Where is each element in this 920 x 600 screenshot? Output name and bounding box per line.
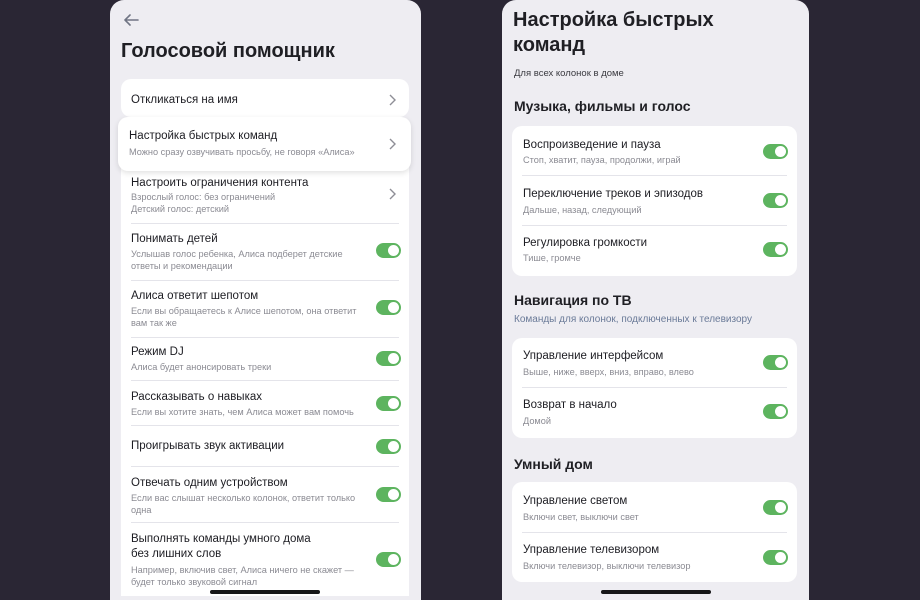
page-subtitle: Для всех колонок в доме — [514, 68, 624, 79]
item-title: Воспроизведение и пауза — [523, 139, 661, 151]
toggle-switch[interactable] — [763, 355, 788, 370]
item-title: Возврат в начало — [523, 399, 617, 411]
item-title: Настроить ограничения контента — [131, 177, 309, 189]
item-title: Алиса ответит шепотом — [131, 290, 259, 302]
settings-item-respond-name[interactable]: Откликаться на имя — [121, 79, 409, 117]
toggle-switch[interactable] — [376, 487, 401, 502]
section-card-smart-home: Управление светом Включи свет, выключи с… — [512, 482, 797, 582]
item-subtitle: Домой — [523, 416, 551, 426]
toggle-switch[interactable] — [763, 193, 788, 208]
command-interface-control: Управление интерфейсом Выше, ниже, вверх… — [512, 338, 797, 387]
command-return-home: Возврат в начало Домой — [512, 388, 797, 438]
voice-assistant-screen: Голосовой помощник Откликаться на имя На… — [110, 0, 421, 600]
item-subtitle: Если вас слышат несколько колонок, ответ… — [131, 493, 356, 503]
item-title: Управление интерфейсом — [523, 350, 664, 362]
item-subtitle: Услышав голос ребенка, Алиса подберет де… — [131, 249, 343, 259]
toggle-switch[interactable] — [763, 550, 788, 565]
item-subtitle: Алиса будет анонсировать треки — [131, 362, 272, 372]
item-title: Регулировка громкости — [523, 237, 648, 249]
toggle-switch[interactable] — [376, 396, 401, 411]
item-subtitle: Детский голос: детский — [131, 204, 230, 214]
item-title: без лишних слов — [131, 548, 222, 560]
quick-commands-screen: Настройка быстрых команд Для всех колоно… — [502, 0, 809, 600]
item-title: Понимать детей — [131, 233, 218, 245]
section-title-tv-navigation: Навигация по ТВ — [514, 292, 632, 308]
item-title: Управление светом — [523, 495, 628, 507]
item-subtitle: Выше, ниже, вверх, вниз, вправо, влево — [523, 367, 694, 377]
section-subtitle-tv-navigation: Команды для колонок, подключенных к теле… — [514, 314, 752, 325]
toggle-switch[interactable] — [763, 242, 788, 257]
command-switch-tracks: Переключение треков и эпизодов Дальше, н… — [512, 176, 797, 225]
item-subtitle: Дальше, назад, следующий — [523, 205, 642, 215]
home-indicator — [601, 590, 711, 594]
command-volume: Регулировка громкости Тише, громче — [512, 226, 797, 276]
item-subtitle: Стоп, хватит, пауза, продолжи, играй — [523, 155, 681, 165]
settings-item-skills: Рассказывать о навыках Если вы хотите зн… — [121, 381, 409, 425]
settings-card-main: Настроить ограничения контента Взрослый … — [121, 166, 409, 596]
toggle-switch[interactable] — [763, 500, 788, 515]
toggle-switch[interactable] — [376, 243, 401, 258]
item-subtitle: будет только звуковой сигнал — [131, 577, 258, 587]
item-title: Режим DJ — [131, 346, 184, 358]
settings-card-name: Откликаться на имя — [121, 79, 409, 117]
item-title: Управление телевизором — [523, 544, 660, 556]
item-title: Переключение треков и эпизодов — [523, 188, 704, 200]
settings-item-smart-home-silent: Выполнять команды умного дома без лишних… — [121, 523, 409, 593]
toggle-switch[interactable] — [376, 300, 401, 315]
toggle-switch[interactable] — [376, 351, 401, 366]
command-tv-control: Управление телевизором Включи телевизор,… — [512, 533, 797, 582]
settings-item-understand-kids: Понимать детей Услышав голос ребенка, Ал… — [121, 224, 409, 280]
section-title-smart-home: Умный дом — [514, 456, 593, 472]
settings-item-one-device: Отвечать одним устройством Если вас слыш… — [121, 467, 409, 522]
chevron-right-icon — [389, 138, 396, 150]
item-subtitle: Если вы хотите знать, чем Алиса может ва… — [131, 407, 354, 417]
item-subtitle: Тише, громче — [523, 253, 581, 263]
item-subtitle: Например, включив свет, Алиса ничего не … — [131, 565, 354, 575]
section-card-music: Воспроизведение и пауза Стоп, хватит, па… — [512, 126, 797, 276]
section-card-tv-navigation: Управление интерфейсом Выше, ниже, вверх… — [512, 338, 797, 438]
arrow-left-icon[interactable] — [122, 11, 140, 29]
item-subtitle: Если вы обращаетесь к Алисе шепотом, она… — [131, 306, 357, 316]
item-subtitle: Включи свет, выключи свет — [523, 512, 639, 522]
item-subtitle: Взрослый голос: без ограничений — [131, 192, 276, 202]
settings-item-dj-mode: Режим DJ Алиса будет анонсировать треки — [121, 338, 409, 380]
chevron-right-icon — [389, 94, 396, 106]
item-title: Проигрывать звук активации — [131, 440, 285, 452]
settings-item-content-restrictions[interactable]: Настроить ограничения контента Взрослый … — [121, 166, 409, 223]
toggle-switch[interactable] — [376, 439, 401, 454]
item-subtitle: одна — [131, 505, 152, 515]
item-title: Настройка быстрых команд — [129, 130, 278, 142]
toggle-switch[interactable] — [376, 552, 401, 567]
item-title: Откликаться на имя — [131, 94, 238, 106]
item-title: Отвечать одним устройством — [131, 477, 288, 489]
home-indicator — [210, 590, 320, 594]
settings-item-whisper: Алиса ответит шепотом Если вы обращаетес… — [121, 281, 409, 337]
item-subtitle: Можно сразу озвучивать просьбу, не говор… — [129, 147, 355, 157]
item-title: Выполнять команды умного дома — [131, 533, 311, 545]
toggle-switch[interactable] — [763, 144, 788, 159]
item-subtitle: Включи телевизор, выключи телевизор — [523, 561, 691, 571]
command-play-pause: Воспроизведение и пауза Стоп, хватит, па… — [512, 126, 797, 175]
item-subtitle: вам так же — [131, 318, 177, 328]
chevron-right-icon — [389, 188, 396, 200]
settings-item-activation-sound: Проигрывать звук активации — [121, 426, 409, 466]
command-light-control: Управление светом Включи свет, выключи с… — [512, 482, 797, 532]
item-subtitle: ответы и рекомендации — [131, 261, 233, 271]
toggle-switch[interactable] — [763, 404, 788, 419]
item-title: Рассказывать о навыках — [131, 391, 262, 403]
page-title: Настройка быстрых команд — [513, 9, 714, 56]
page-title: Голосовой помощник — [121, 40, 335, 62]
settings-item-quick-commands[interactable]: Настройка быстрых команд Можно сразу озв… — [118, 117, 411, 171]
section-title-music: Музыка, фильмы и голос — [514, 98, 691, 114]
